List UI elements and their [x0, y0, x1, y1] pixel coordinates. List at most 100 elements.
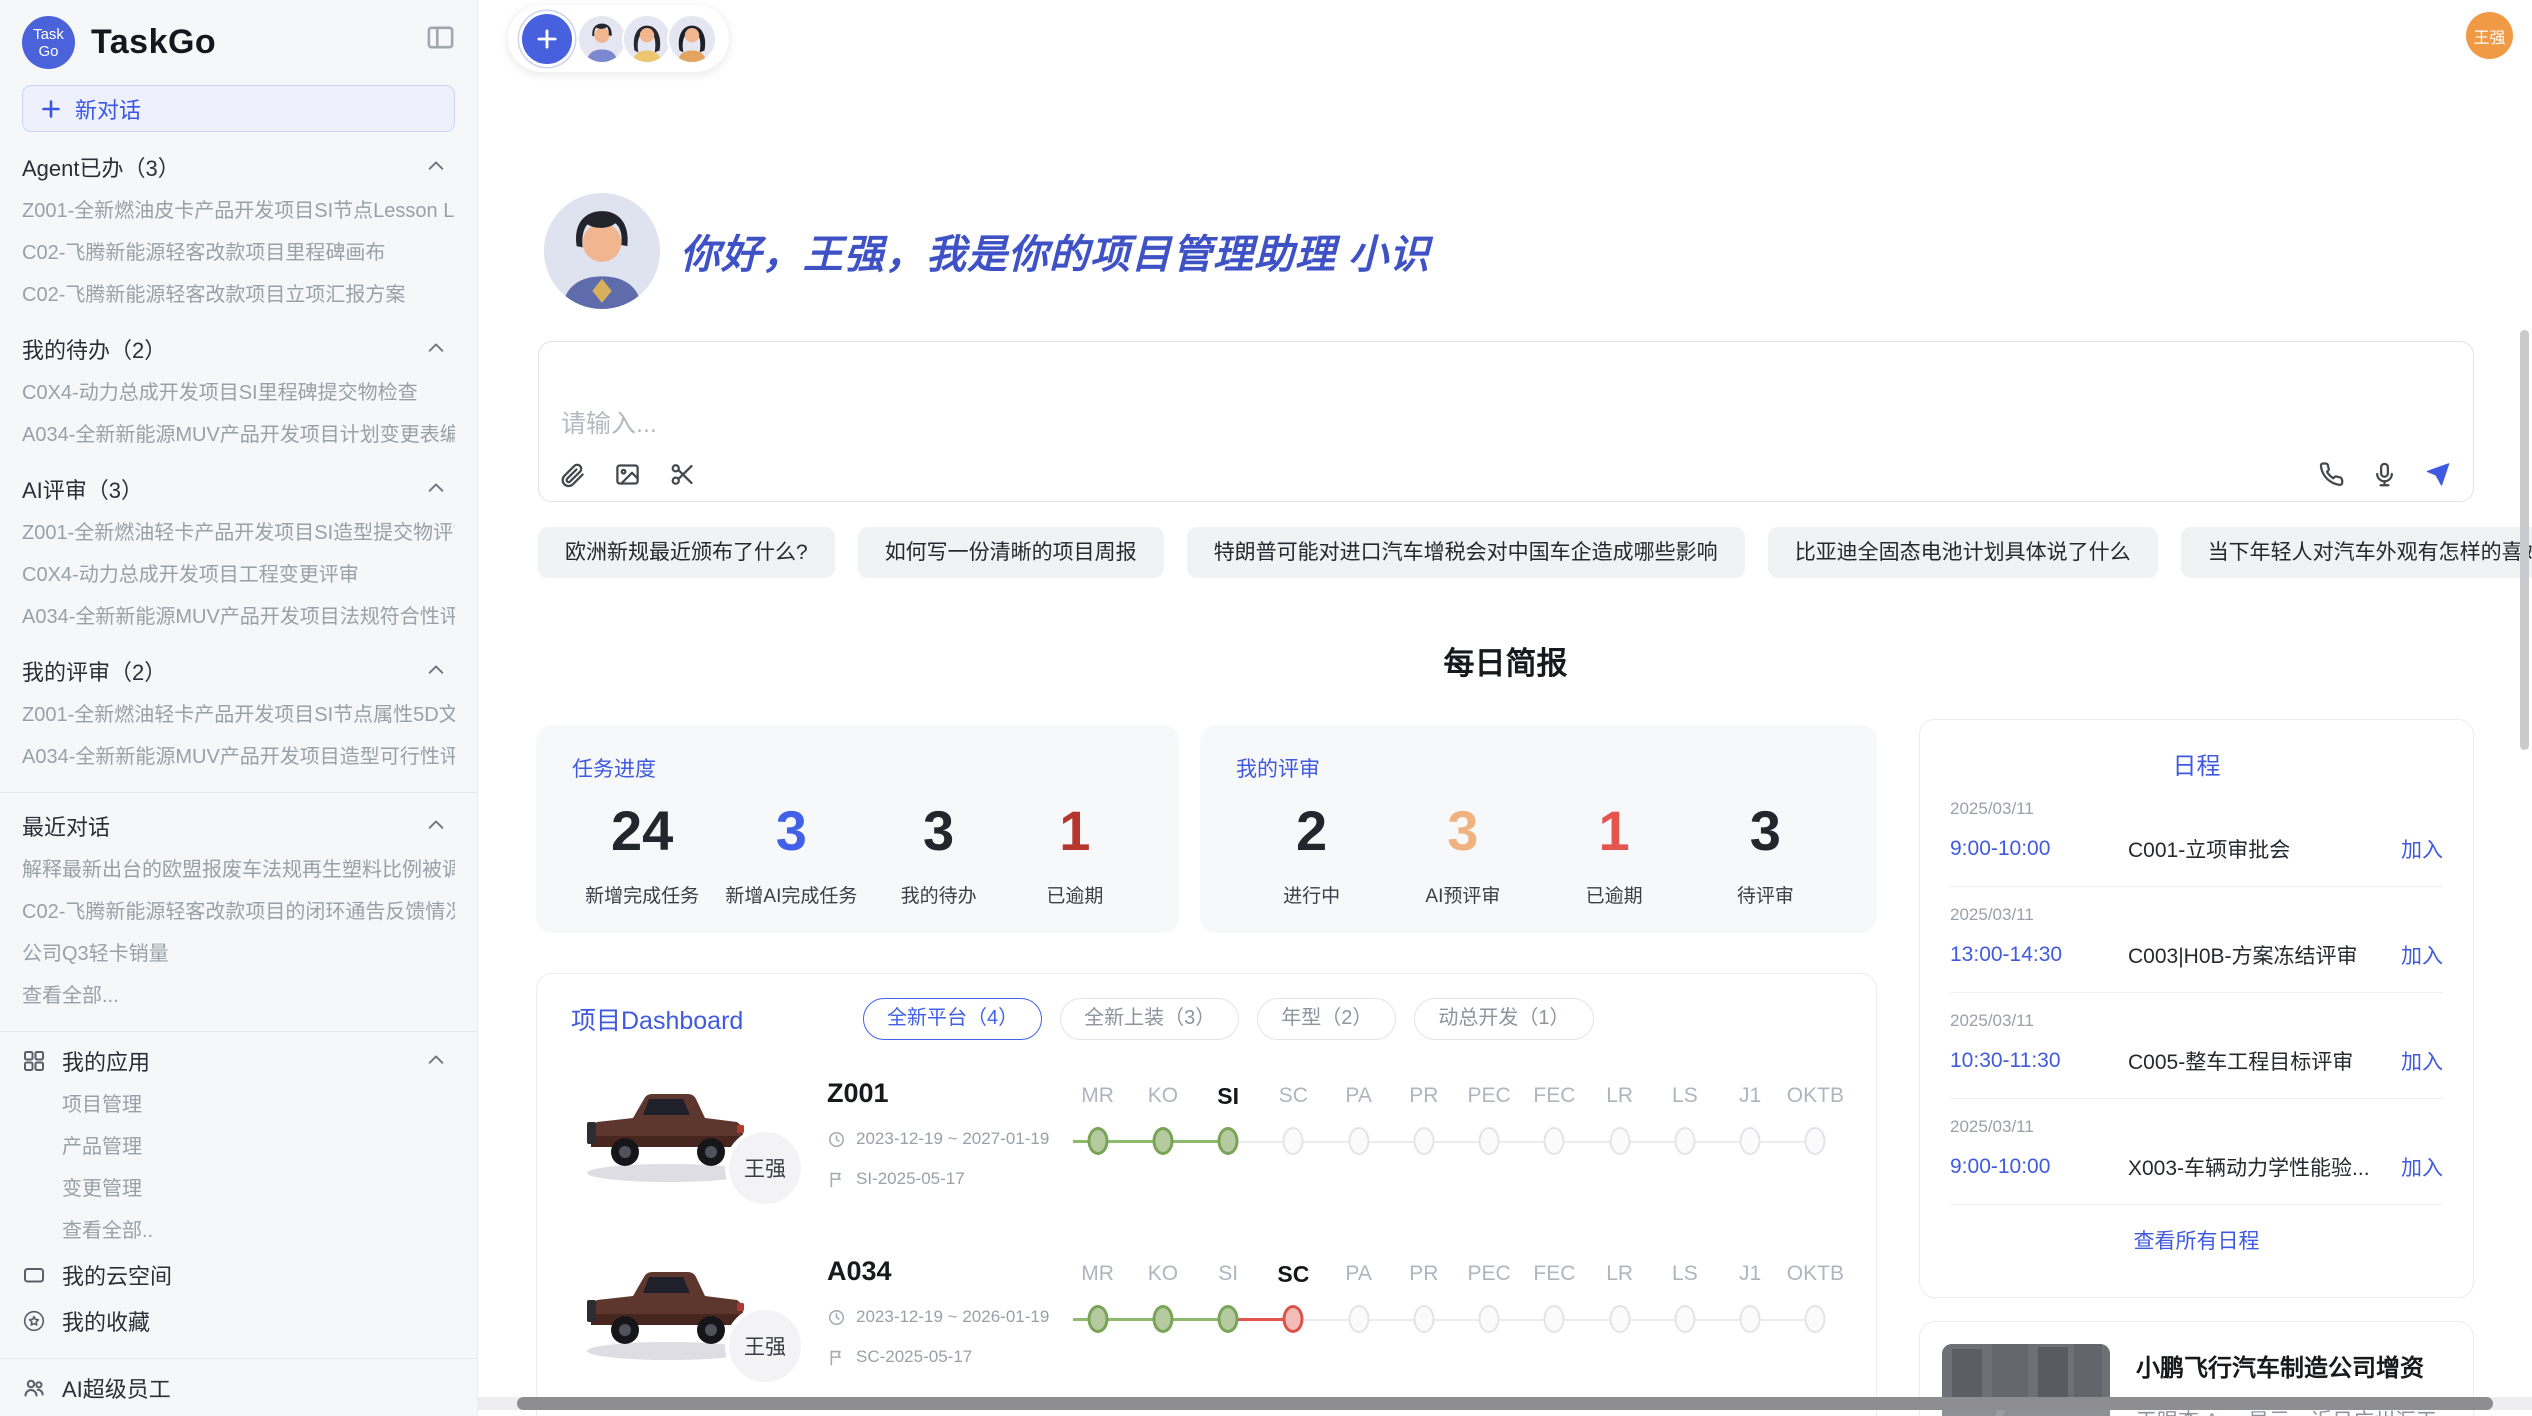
section-title: 我的评审（2）: [22, 655, 166, 687]
session-avatar-2[interactable]: [622, 14, 672, 64]
vertical-scrollbar-thumb[interactable]: [2520, 330, 2529, 750]
milestone-label: PEC: [1457, 1258, 1522, 1290]
project-info: A0342023-12-19 ~ 2026-01-19SC-2025-05-17: [827, 1248, 1065, 1367]
sidebar-task-item[interactable]: Z001-全新燃油轻卡产品开发项目SI造型提交物评审: [22, 512, 455, 554]
milestone-dot: [1348, 1127, 1369, 1155]
chevron-up-icon[interactable]: [425, 156, 447, 178]
app-logo-icon: Task Go: [22, 16, 75, 69]
sidebar-task-item[interactable]: A034-全新新能源MUV产品开发项目造型可行性评审: [22, 736, 455, 778]
stat-card: 任务进度24新增完成任务3新增AI完成任务3我的待办1已逾期: [536, 725, 1179, 933]
join-link[interactable]: 加入: [2391, 834, 2443, 864]
suggestion-chip[interactable]: 如何写一份清晰的项目周报: [858, 527, 1164, 578]
dashboard-tab[interactable]: 全新上装（3）: [1060, 998, 1239, 1040]
milestone-label: J1: [1718, 1258, 1783, 1290]
scissors-icon[interactable]: [669, 461, 696, 488]
view-all-schedule-link[interactable]: 查看所有日程: [1920, 1225, 2473, 1255]
stat-item: 3我的待办: [884, 801, 994, 908]
sidebar-task-item[interactable]: C0X4-动力总成开发项目工程变更评审: [22, 554, 455, 596]
dashboard-tab[interactable]: 全新平台（4）: [863, 998, 1042, 1040]
sidebar-task-item[interactable]: Z001-全新燃油轻卡产品开发项目SI节点属性5D文件评审: [22, 694, 455, 736]
milestone-label: PR: [1391, 1080, 1456, 1112]
sidebar-task-item[interactable]: C02-飞腾新能源轻客改款项目立项汇报方案: [22, 274, 455, 316]
sidebar-task-item[interactable]: C0X4-动力总成开发项目SI里程碑提交物检查: [22, 372, 455, 414]
sidebar-section-header[interactable]: Agent已办（3）: [22, 144, 455, 190]
dashboard-tab[interactable]: 动总开发（1）: [1414, 998, 1593, 1040]
schedule-item[interactable]: 2025/03/119:00-10:00X003-车辆动力学性能验...加入: [1950, 1099, 2443, 1205]
milestone-dots: [1065, 1120, 1848, 1166]
phone-icon[interactable]: [2318, 461, 2345, 488]
mic-icon[interactable]: [2371, 461, 2398, 488]
sidebar-task-item[interactable]: A034-全新新能源MUV产品开发项目计划变更表编写: [22, 414, 455, 456]
sidebar-item-my-apps[interactable]: 我的应用: [22, 1038, 455, 1084]
milestone-label: J1: [1718, 1080, 1783, 1112]
recent-section-header[interactable]: 最近对话: [22, 803, 455, 849]
join-link[interactable]: 加入: [2391, 1152, 2443, 1182]
session-switcher: [508, 5, 729, 72]
suggestion-chip[interactable]: 当下年轻人对汽车外观有怎样的喜好趋势: [2181, 527, 2532, 578]
suggestion-chip[interactable]: 特朗普可能对进口汽车增税会对中国车企造成哪些影响: [1187, 527, 1745, 578]
apps-view-all[interactable]: 查看全部..: [22, 1210, 455, 1252]
session-avatar-1[interactable]: [577, 14, 627, 64]
recent-chat-item[interactable]: 公司Q3轻卡销量: [22, 933, 455, 975]
chevron-up-icon[interactable]: [425, 1050, 447, 1072]
send-icon[interactable]: [2424, 461, 2451, 488]
join-link[interactable]: 加入: [2391, 1046, 2443, 1076]
notification-bell-icon[interactable]: [2422, 24, 2452, 56]
project-dates: 2023-12-19 ~ 2026-01-19: [827, 1307, 1065, 1327]
project-row[interactable]: 王强A0342023-12-19 ~ 2026-01-19SC-2025-05-…: [537, 1248, 1876, 1396]
layout-grid-icon[interactable]: [2414, 643, 2440, 669]
dashboard-title: 项目Dashboard: [571, 1001, 827, 1037]
sidebar-tool[interactable]: 帮我写作: [22, 1411, 455, 1416]
schedule-name: C005-整车工程目标评审: [2128, 1046, 2391, 1076]
chevron-up-icon[interactable]: [425, 338, 447, 360]
schedule-time: 9:00-10:00: [1950, 837, 2128, 861]
paperclip-icon[interactable]: [559, 461, 586, 488]
milestone-dot: [1740, 1127, 1761, 1155]
milestone-label: SI: [1196, 1080, 1261, 1112]
dashboard-tab[interactable]: 年型（2）: [1257, 998, 1396, 1040]
app-link[interactable]: 产品管理: [22, 1126, 455, 1168]
new-chat-button[interactable]: 新对话: [22, 85, 455, 132]
session-avatar-3[interactable]: [667, 14, 717, 64]
sidebar-item-star-badge[interactable]: 我的收藏: [22, 1298, 455, 1344]
star-badge-icon: [22, 1309, 46, 1333]
image-icon[interactable]: [614, 461, 641, 488]
stat-label: 已逾期: [1559, 881, 1669, 908]
schedule-date: 2025/03/11: [1950, 905, 2443, 925]
suggestion-chip[interactable]: 欧洲新规最近颁布了什么?: [538, 527, 835, 578]
sidebar-section-header[interactable]: 我的评审（2）: [22, 648, 455, 694]
schedule-item[interactable]: 2025/03/1110:30-11:30C005-整车工程目标评审加入: [1950, 993, 2443, 1099]
app-link[interactable]: 变更管理: [22, 1168, 455, 1210]
app-link[interactable]: 项目管理: [22, 1084, 455, 1126]
user-avatar[interactable]: 王强: [2466, 12, 2513, 59]
recent-chat-item[interactable]: C02-飞腾新能源轻客改款项目的闭环通告反馈情况: [22, 891, 455, 933]
recent-view-all[interactable]: 查看全部...: [22, 975, 455, 1017]
sidebar-tool[interactable]: AI超级员工: [22, 1365, 455, 1411]
collapse-sidebar-icon[interactable]: [424, 22, 457, 53]
milestone-label: SI: [1196, 1258, 1261, 1290]
sidebar-task-item[interactable]: A034-全新新能源MUV产品开发项目法规符合性评审: [22, 596, 455, 638]
add-session-button[interactable]: [522, 14, 572, 64]
chevron-up-icon[interactable]: [425, 478, 447, 500]
sidebar-task-item[interactable]: Z001-全新燃油皮卡产品开发项目SI节点Lesson Learn报告: [22, 190, 455, 232]
schedule-name: C001-立项审批会: [2128, 834, 2391, 864]
sidebar-task-item[interactable]: C02-飞腾新能源轻客改款项目里程碑画布: [22, 232, 455, 274]
sidebar-section-header[interactable]: AI评审（3）: [22, 466, 455, 512]
stat-columns: 2进行中3AI预评审1已逾期3待评审: [1236, 801, 1841, 908]
chevron-up-icon[interactable]: [425, 815, 447, 837]
chevron-up-icon[interactable]: [425, 660, 447, 682]
app-title: TaskGo: [91, 23, 216, 62]
sidebar-item-folder[interactable]: 我的云空间: [22, 1252, 455, 1298]
schedule-item[interactable]: 2025/03/1113:00-14:30C003|H0B-方案冻结评审加入: [1950, 887, 2443, 993]
horizontal-scrollbar-thumb[interactable]: [517, 1397, 2493, 1410]
stats-row: 任务进度24新增完成任务3新增AI完成任务3我的待办1已逾期我的评审2进行中3A…: [536, 725, 1877, 933]
suggestion-chip[interactable]: 比亚迪全固态电池计划具体说了什么: [1768, 527, 2158, 578]
sidebar-section-header[interactable]: 我的待办（2）: [22, 326, 455, 372]
join-link[interactable]: 加入: [2391, 940, 2443, 970]
stat-value: 3: [884, 801, 994, 861]
recent-chat-item[interactable]: 解释最新出台的欧盟报废车法规再生塑料比例被调至15%...: [22, 849, 455, 891]
project-flag-label: SC-2025-05-17: [856, 1347, 972, 1367]
schedule-item[interactable]: 2025/03/119:00-10:00C001-立项审批会加入: [1950, 781, 2443, 887]
message-input[interactable]: 请输入...: [538, 341, 2474, 502]
project-row[interactable]: 王强Z0012023-12-19 ~ 2027-01-19SI-2025-05-…: [537, 1070, 1876, 1218]
